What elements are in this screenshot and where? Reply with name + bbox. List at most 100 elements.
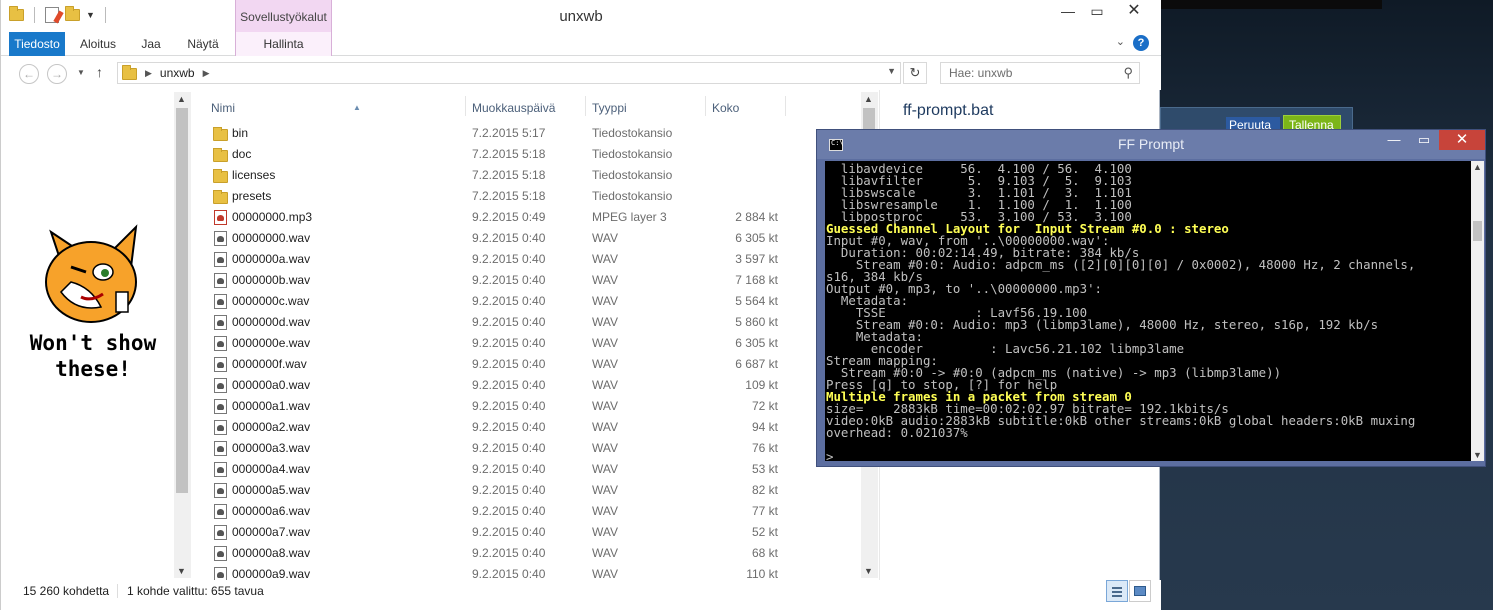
help-icon[interactable]: ? — [1133, 35, 1149, 51]
cmd-minimize-button[interactable]: — — [1381, 130, 1407, 150]
file-name: 00000000.wav — [232, 231, 311, 245]
file-date: 9.2.2015 0:40 — [472, 399, 546, 413]
desktop-top-strip — [1160, 0, 1382, 9]
tab-file[interactable]: Tiedosto — [9, 32, 65, 56]
table-row[interactable]: doc 7.2.2015 5:18 Tiedostokansio — [191, 144, 861, 165]
table-row[interactable]: 0000000f.wav 9.2.2015 0:40 WAV 6 687 kt — [191, 354, 861, 375]
file-size: 109 kt — [745, 378, 778, 392]
table-row[interactable]: 0000000c.wav 9.2.2015 0:40 WAV 5 564 kt — [191, 291, 861, 312]
tab-view[interactable]: Näytä — [181, 32, 225, 56]
table-row[interactable]: 0000000a.wav 9.2.2015 0:40 WAV 3 597 kt — [191, 249, 861, 270]
mascot-caption-line: Won't show — [29, 331, 157, 355]
breadcrumb-item[interactable]: unxwb — [160, 65, 195, 81]
table-row[interactable]: bin 7.2.2015 5:17 Tiedostokansio — [191, 123, 861, 144]
file-name: 000000a5.wav — [232, 483, 311, 497]
minimize-button[interactable]: — — [1053, 0, 1083, 22]
table-row[interactable]: presets 7.2.2015 5:18 Tiedostokansio — [191, 186, 861, 207]
table-row[interactable]: 000000a0.wav 9.2.2015 0:40 WAV 109 kt — [191, 375, 861, 396]
table-row[interactable]: 000000a6.wav 9.2.2015 0:40 WAV 77 kt — [191, 501, 861, 522]
file-type: WAV — [592, 546, 618, 560]
file-size: 52 kt — [751, 525, 778, 539]
tab-home[interactable]: Aloitus — [73, 32, 123, 56]
column-header-date[interactable]: Muokkauspäivä — [472, 95, 590, 121]
column-divider[interactable] — [585, 96, 586, 116]
table-row[interactable]: 000000a1.wav 9.2.2015 0:40 WAV 72 kt — [191, 396, 861, 417]
table-row[interactable]: 0000000d.wav 9.2.2015 0:40 WAV 5 860 kt — [191, 312, 861, 333]
chevron-down-icon[interactable]: ▼ — [887, 66, 896, 76]
file-name: 00000000.mp3 — [232, 210, 313, 224]
file-name: 000000a1.wav — [232, 399, 311, 413]
file-date: 7.2.2015 5:18 — [472, 147, 546, 161]
search-icon[interactable]: ⚲ — [1123, 65, 1133, 81]
search-input[interactable]: Hae: unxwb ⚲ — [940, 62, 1140, 84]
scroll-down-icon[interactable]: ▼ — [177, 566, 186, 576]
tab-share[interactable]: Jaa — [133, 32, 169, 56]
column-header-name[interactable]: Nimi ▲ — [211, 95, 471, 121]
column-divider[interactable] — [465, 96, 466, 116]
chevron-right-icon[interactable]: ▶ — [145, 65, 152, 81]
customize-toolbar-icon[interactable]: ▼ — [86, 10, 95, 20]
wav-file-icon — [214, 525, 227, 540]
new-folder-icon[interactable] — [65, 6, 80, 21]
chevron-right-icon[interactable]: ▶ — [203, 65, 210, 81]
recent-locations-icon[interactable]: ▼ — [77, 68, 85, 77]
scroll-up-icon[interactable]: ▲ — [177, 94, 186, 104]
table-row[interactable]: licenses 7.2.2015 5:18 Tiedostokansio — [191, 165, 861, 186]
column-divider[interactable] — [785, 96, 786, 116]
refresh-button[interactable]: ↻ — [903, 62, 927, 84]
table-row[interactable]: 00000000.wav 9.2.2015 0:40 WAV 6 305 kt — [191, 228, 861, 249]
forward-button[interactable]: → — [47, 64, 67, 84]
file-size: 76 kt — [751, 441, 778, 455]
scroll-down-icon[interactable]: ▼ — [864, 566, 873, 576]
table-row[interactable]: 000000a5.wav 9.2.2015 0:40 WAV 82 kt — [191, 480, 861, 501]
chevron-down-icon[interactable]: ⌄ — [1116, 35, 1125, 48]
cmd-maximize-button[interactable]: ▭ — [1411, 130, 1437, 150]
table-row[interactable]: 0000000e.wav 9.2.2015 0:40 WAV 6 305 kt — [191, 333, 861, 354]
wav-file-icon — [214, 378, 227, 393]
table-row[interactable]: 000000a7.wav 9.2.2015 0:40 WAV 52 kt — [191, 522, 861, 543]
file-date: 9.2.2015 0:40 — [472, 357, 546, 371]
file-type: WAV — [592, 231, 618, 245]
column-header-size[interactable]: Koko — [712, 95, 782, 121]
wav-file-icon — [214, 252, 227, 267]
file-size: 53 kt — [751, 462, 778, 476]
table-row[interactable]: 000000a8.wav 9.2.2015 0:40 WAV 68 kt — [191, 543, 861, 564]
folder-icon[interactable] — [9, 6, 24, 21]
file-type: WAV — [592, 462, 618, 476]
file-date: 7.2.2015 5:18 — [472, 168, 546, 182]
tab-manage[interactable]: Hallinta — [235, 32, 332, 56]
close-button[interactable]: ✕ — [1119, 0, 1149, 22]
file-date: 7.2.2015 5:17 — [472, 126, 546, 140]
table-row[interactable]: 00000000.mp3 9.2.2015 0:49 MPEG layer 3 2 8… — [191, 207, 861, 228]
toolbar-separator — [34, 7, 35, 23]
cmd-scrollbar[interactable]: ▲ ▼ — [1471, 161, 1484, 461]
large-icons-view-button[interactable] — [1129, 580, 1151, 602]
file-size: 72 kt — [751, 399, 778, 413]
mascot-caption: Won't show these! — [13, 330, 173, 382]
table-row[interactable]: 000000a3.wav 9.2.2015 0:40 WAV 76 kt — [191, 438, 861, 459]
console-output[interactable]: libavdevice 56. 4.100 / 56. 4.100 libavf… — [825, 161, 1471, 461]
scroll-up-icon[interactable]: ▲ — [864, 94, 873, 104]
wav-file-icon — [214, 420, 227, 435]
table-row[interactable]: 0000000b.wav 9.2.2015 0:40 WAV 7 168 kt — [191, 270, 861, 291]
properties-icon[interactable] — [45, 7, 59, 23]
navigation-scrollbar[interactable]: ▲ ▼ — [174, 92, 191, 578]
column-header-type[interactable]: Tyyppi — [592, 95, 702, 121]
file-name: doc — [232, 147, 252, 161]
file-size: 6 687 kt — [735, 357, 778, 371]
file-type: WAV — [592, 336, 618, 350]
up-arrow-icon[interactable]: ↑ — [96, 64, 103, 80]
maximize-button[interactable]: ▭ — [1082, 0, 1112, 22]
cmd-close-button[interactable]: ✕ — [1439, 130, 1485, 150]
scrollbar-thumb[interactable] — [176, 108, 188, 493]
table-row[interactable]: 000000a2.wav 9.2.2015 0:40 WAV 94 kt — [191, 417, 861, 438]
wav-file-icon — [214, 546, 227, 561]
scroll-down-icon[interactable]: ▼ — [1473, 450, 1482, 460]
address-bar[interactable]: ▶ unxwb ▶ ▼ — [117, 62, 901, 84]
back-button[interactable]: ← — [19, 64, 39, 84]
column-divider[interactable] — [705, 96, 706, 116]
table-row[interactable]: 000000a4.wav 9.2.2015 0:40 WAV 53 kt — [191, 459, 861, 480]
scroll-up-icon[interactable]: ▲ — [1473, 162, 1482, 172]
details-view-button[interactable] — [1106, 580, 1128, 602]
scrollbar-thumb[interactable] — [1473, 221, 1482, 241]
